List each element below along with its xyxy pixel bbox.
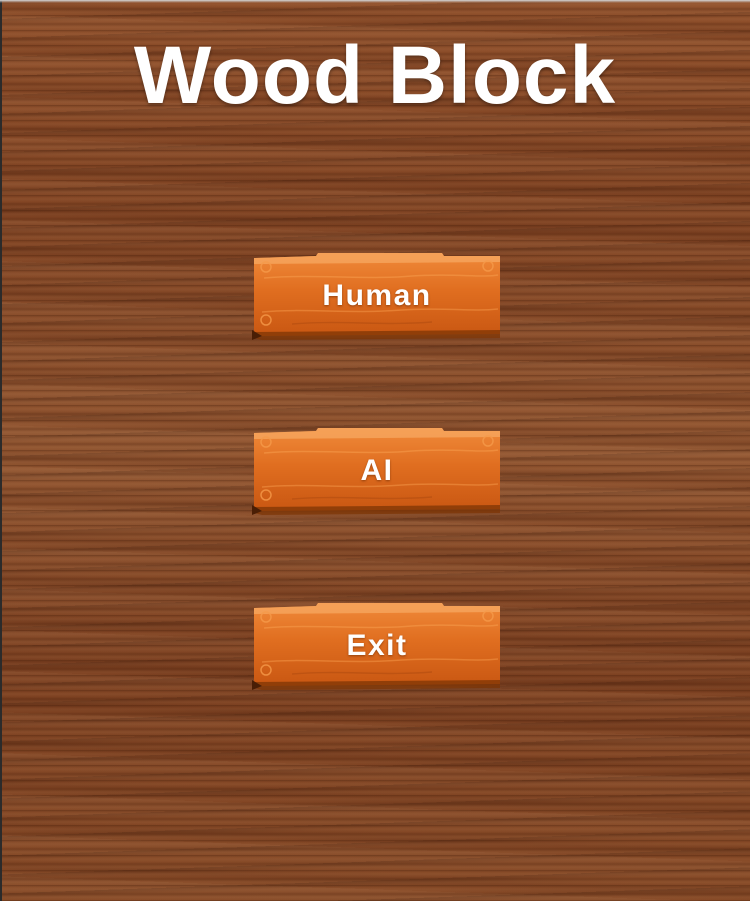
human-button[interactable]: Human: [252, 252, 502, 340]
window-top-edge: [0, 0, 750, 3]
ai-button[interactable]: AI: [252, 427, 502, 515]
ai-button-label: AI: [360, 454, 394, 487]
human-button-label: Human: [322, 279, 432, 312]
game-title: Wood Block: [133, 30, 617, 121]
window-edge: [0, 0, 2, 901]
exit-button[interactable]: Exit: [252, 602, 502, 690]
exit-button-label: Exit: [346, 629, 408, 662]
main-menu-screen: Wood Block Human AI Exit: [0, 0, 750, 901]
